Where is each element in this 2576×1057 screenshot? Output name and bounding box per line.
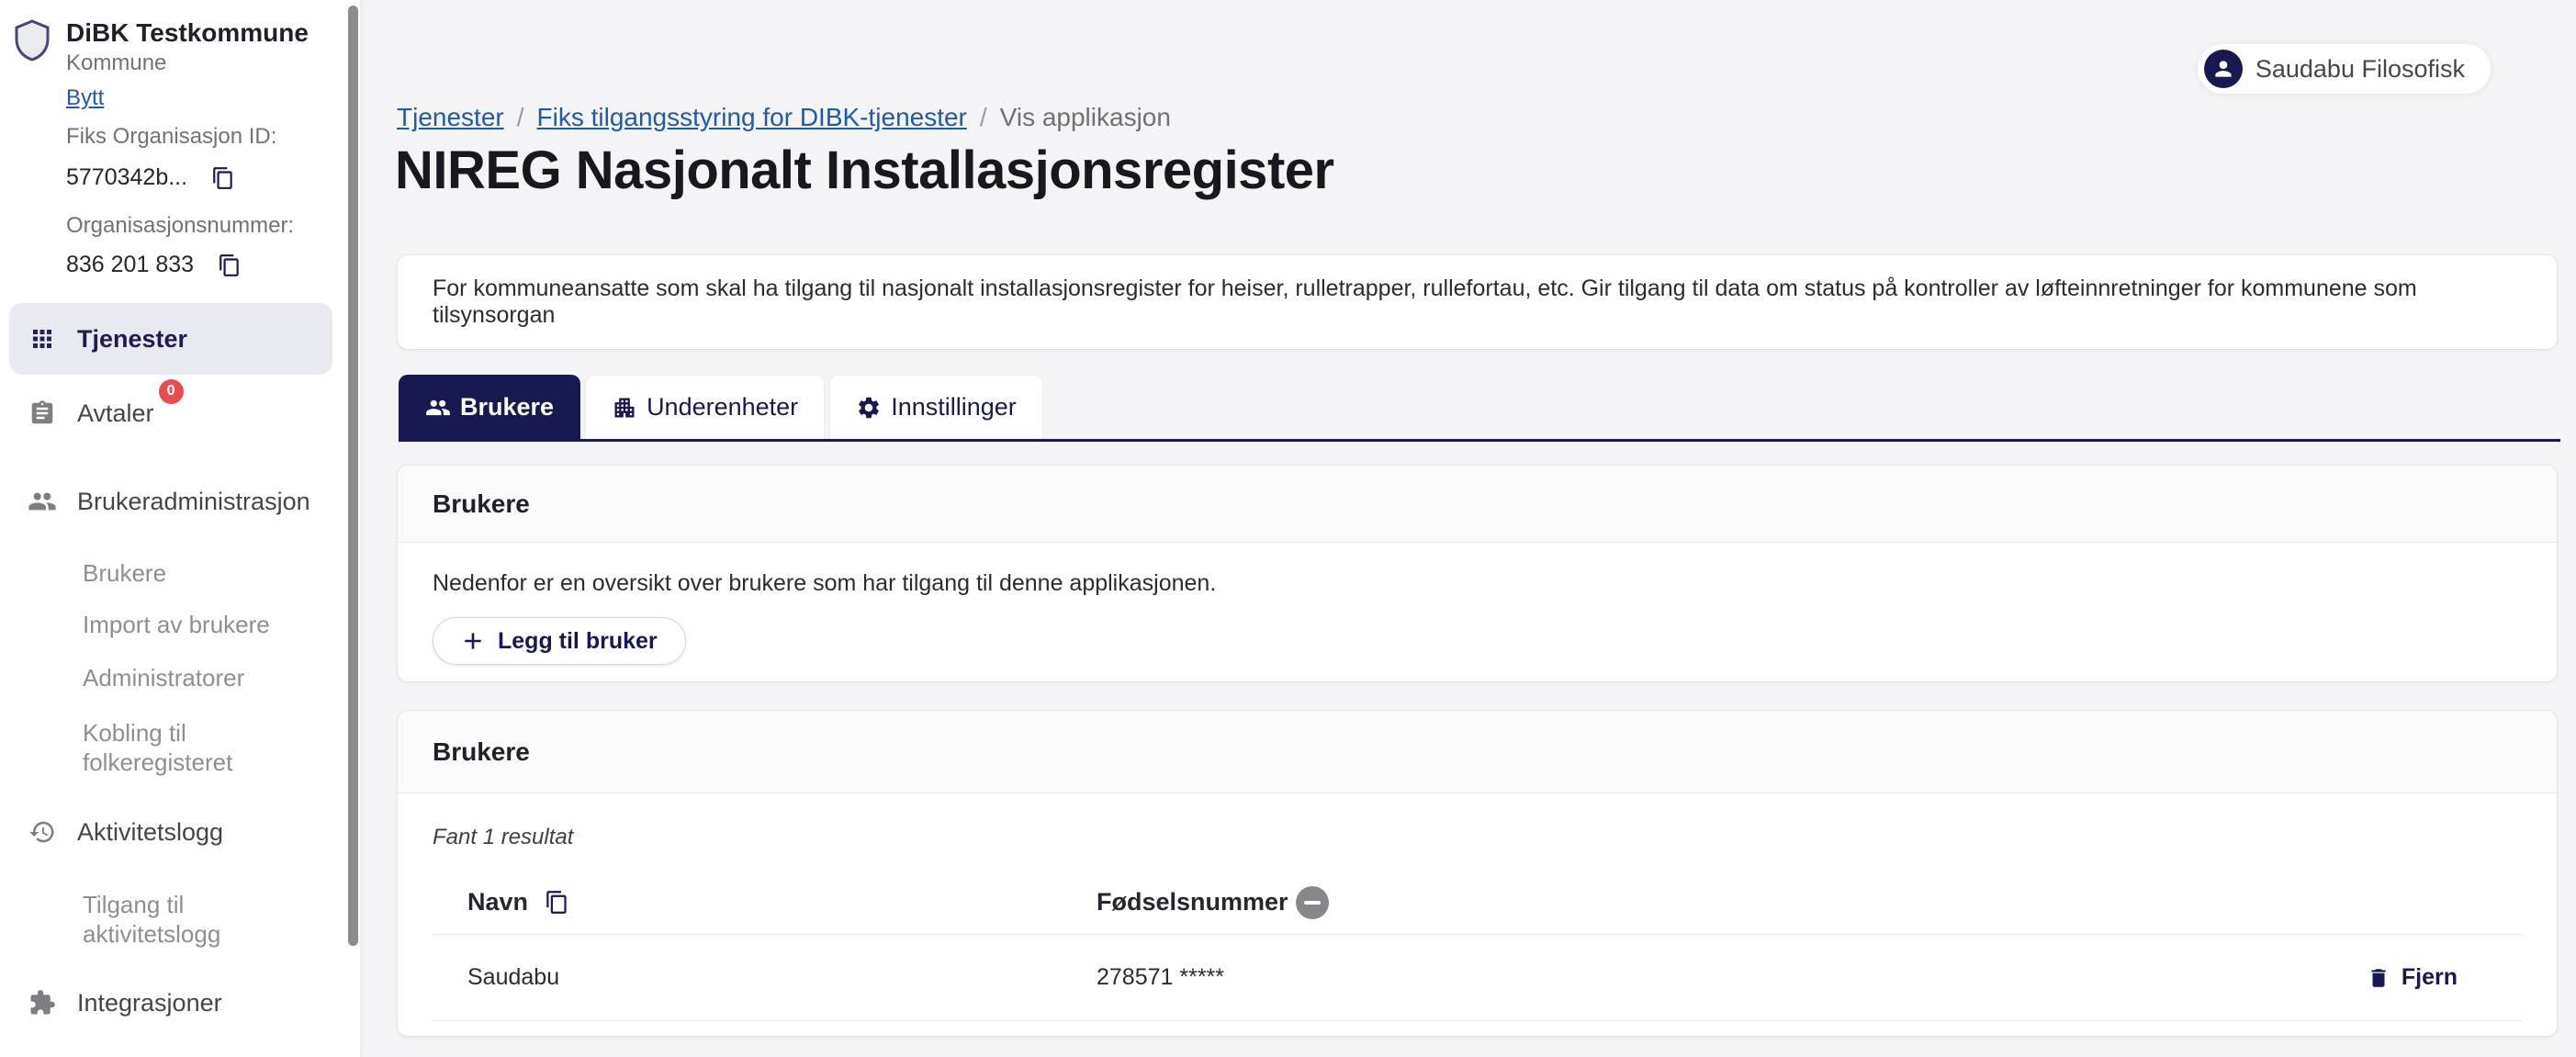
- fiks-org-id-value: 5770342b...: [66, 164, 187, 191]
- column-header-ssn: Fødselsnummer: [1097, 888, 1288, 916]
- card-title: Brukere: [433, 737, 530, 767]
- person-icon: [2211, 57, 2235, 81]
- add-user-button[interactable]: Legg til bruker: [433, 617, 686, 665]
- card-header: Brukere: [398, 466, 2557, 543]
- fiks-org-id-label: Fiks Organisasjon ID:: [66, 124, 336, 150]
- sidebar-item-label: Avtaler: [77, 399, 154, 427]
- table-row: Saudabu 278571 ***** Fjern: [433, 935, 2522, 1021]
- tab-underenheter[interactable]: Underenheter: [585, 375, 825, 439]
- sidebar-item-brukeradministrasjon[interactable]: Brukeradministrasjon: [9, 474, 332, 529]
- shield-icon: [14, 18, 51, 62]
- users-table-card: Brukere Fant 1 resultat Navn Fødselsnumm…: [397, 710, 2558, 1037]
- people-icon: [425, 395, 451, 421]
- org-type-label: Kommune: [66, 51, 336, 76]
- sidebar-item-integrasjoner[interactable]: Integrasjoner: [9, 975, 332, 1030]
- sidebar-item-label: Aktivitetslogg: [77, 818, 223, 847]
- ssn-visibility-toggle[interactable]: [1299, 890, 1349, 916]
- user-ssn-cell: 278571 *****: [1097, 964, 1224, 991]
- remove-user-label: Fjern: [2402, 964, 2458, 991]
- sidebar: DiBK Testkommune Kommune Bytt Fiks Organ…: [0, 0, 361, 1057]
- breadcrumb: Tjenester / Fiks tilgangsstyring for DIB…: [397, 103, 1171, 132]
- avtaler-count-badge: 0: [159, 379, 184, 404]
- sidebar-subitem-import-av-brukere[interactable]: Import av brukere: [9, 610, 303, 639]
- sidebar-subitem-brukere[interactable]: Brukere: [9, 558, 303, 588]
- app-description-text: For kommuneansatte som skal ha tilgang t…: [433, 275, 2522, 329]
- sidebar-item-label: Integrasjoner: [77, 989, 222, 1018]
- app-description-card: For kommuneansatte som skal ha tilgang t…: [397, 254, 2558, 350]
- card-title: Brukere: [433, 489, 530, 519]
- users-overview-card: Brukere Nedenfor er en oversikt over bru…: [397, 465, 2558, 682]
- toggle-knob: [1296, 886, 1329, 919]
- user-name: Saudabu Filosofisk: [2255, 55, 2465, 84]
- result-count: Fant 1 resultat: [433, 825, 2522, 850]
- tab-label: Underenheter: [647, 393, 798, 422]
- sidebar-nav: Tjenester Avtaler 0 Brukeradministrasjon…: [9, 303, 332, 1030]
- sidebar-subitem-kobling-til-folkeregisteret[interactable]: Kobling til folkeregisteret: [9, 718, 303, 777]
- table-header-row: Navn Fødselsnummer: [433, 871, 2522, 935]
- sidebar-item-aktivitetslogg[interactable]: Aktivitetslogg: [9, 804, 332, 860]
- sidebar-item-tjenester[interactable]: Tjenester: [9, 303, 332, 375]
- user-avatar: [2204, 50, 2243, 88]
- puzzle-icon: [28, 989, 57, 1017]
- clipboard-icon: [28, 399, 57, 427]
- copy-icon[interactable]: [218, 253, 242, 277]
- sidebar-item-label: Tjenester: [77, 325, 187, 354]
- remove-user-button[interactable]: Fjern: [2367, 964, 2458, 991]
- trash-icon: [2367, 966, 2390, 990]
- people-icon: [28, 487, 57, 516]
- breadcrumb-link-tjenester[interactable]: Tjenester: [397, 103, 504, 132]
- plus-icon: [461, 629, 485, 653]
- tab-label: Brukere: [460, 393, 554, 422]
- user-name-cell: Saudabu: [467, 964, 559, 991]
- history-icon: [28, 818, 57, 846]
- tab-underline: [399, 439, 2560, 442]
- sidebar-scrollbar[interactable]: [348, 6, 358, 946]
- users-card-description: Nedenfor er en oversikt over brukere som…: [433, 570, 2522, 597]
- breadcrumb-link-fiks-tilgangsstyring[interactable]: Fiks tilgangsstyring for DIBK-tjenester: [537, 103, 967, 132]
- gear-icon: [856, 395, 882, 421]
- copy-icon[interactable]: [211, 166, 235, 190]
- tab-innstillinger[interactable]: Innstillinger: [829, 375, 1043, 439]
- org-name: DiBK Testkommune: [66, 18, 336, 48]
- tab-brukere[interactable]: Brukere: [399, 375, 580, 439]
- copy-icon[interactable]: [545, 890, 569, 915]
- user-menu[interactable]: Saudabu Filosofisk: [2198, 44, 2491, 94]
- sidebar-item-avtaler[interactable]: Avtaler 0: [9, 386, 332, 441]
- tab-label: Innstillinger: [891, 393, 1017, 422]
- card-header: Brukere: [398, 711, 2557, 793]
- grid-icon: [28, 325, 57, 353]
- building-icon: [612, 395, 637, 421]
- tab-bar: Brukere Underenheter Innstillinger: [399, 375, 1043, 439]
- org-number-label: Organisasjonsnummer:: [66, 213, 336, 239]
- breadcrumb-separator: /: [980, 103, 987, 132]
- sidebar-item-label: Brukeradministrasjon: [77, 488, 310, 516]
- org-number-value: 836 201 833: [66, 252, 194, 278]
- breadcrumb-separator: /: [517, 103, 524, 132]
- switch-organization-link[interactable]: Bytt: [66, 85, 104, 111]
- sidebar-subitem-tilgang-til-aktivitetslogg[interactable]: Tilgang til aktivitetslogg: [9, 890, 303, 949]
- organization-panel: DiBK Testkommune Kommune Bytt Fiks Organ…: [0, 0, 360, 278]
- page-title: NIREG Nasjonalt Installasjonsregister: [395, 140, 1334, 201]
- sidebar-subitem-administratorer[interactable]: Administratorer: [9, 663, 303, 692]
- add-user-button-label: Legg til bruker: [498, 628, 658, 655]
- breadcrumb-current: Vis applikasjon: [1000, 103, 1171, 132]
- column-header-name: Navn: [467, 888, 528, 916]
